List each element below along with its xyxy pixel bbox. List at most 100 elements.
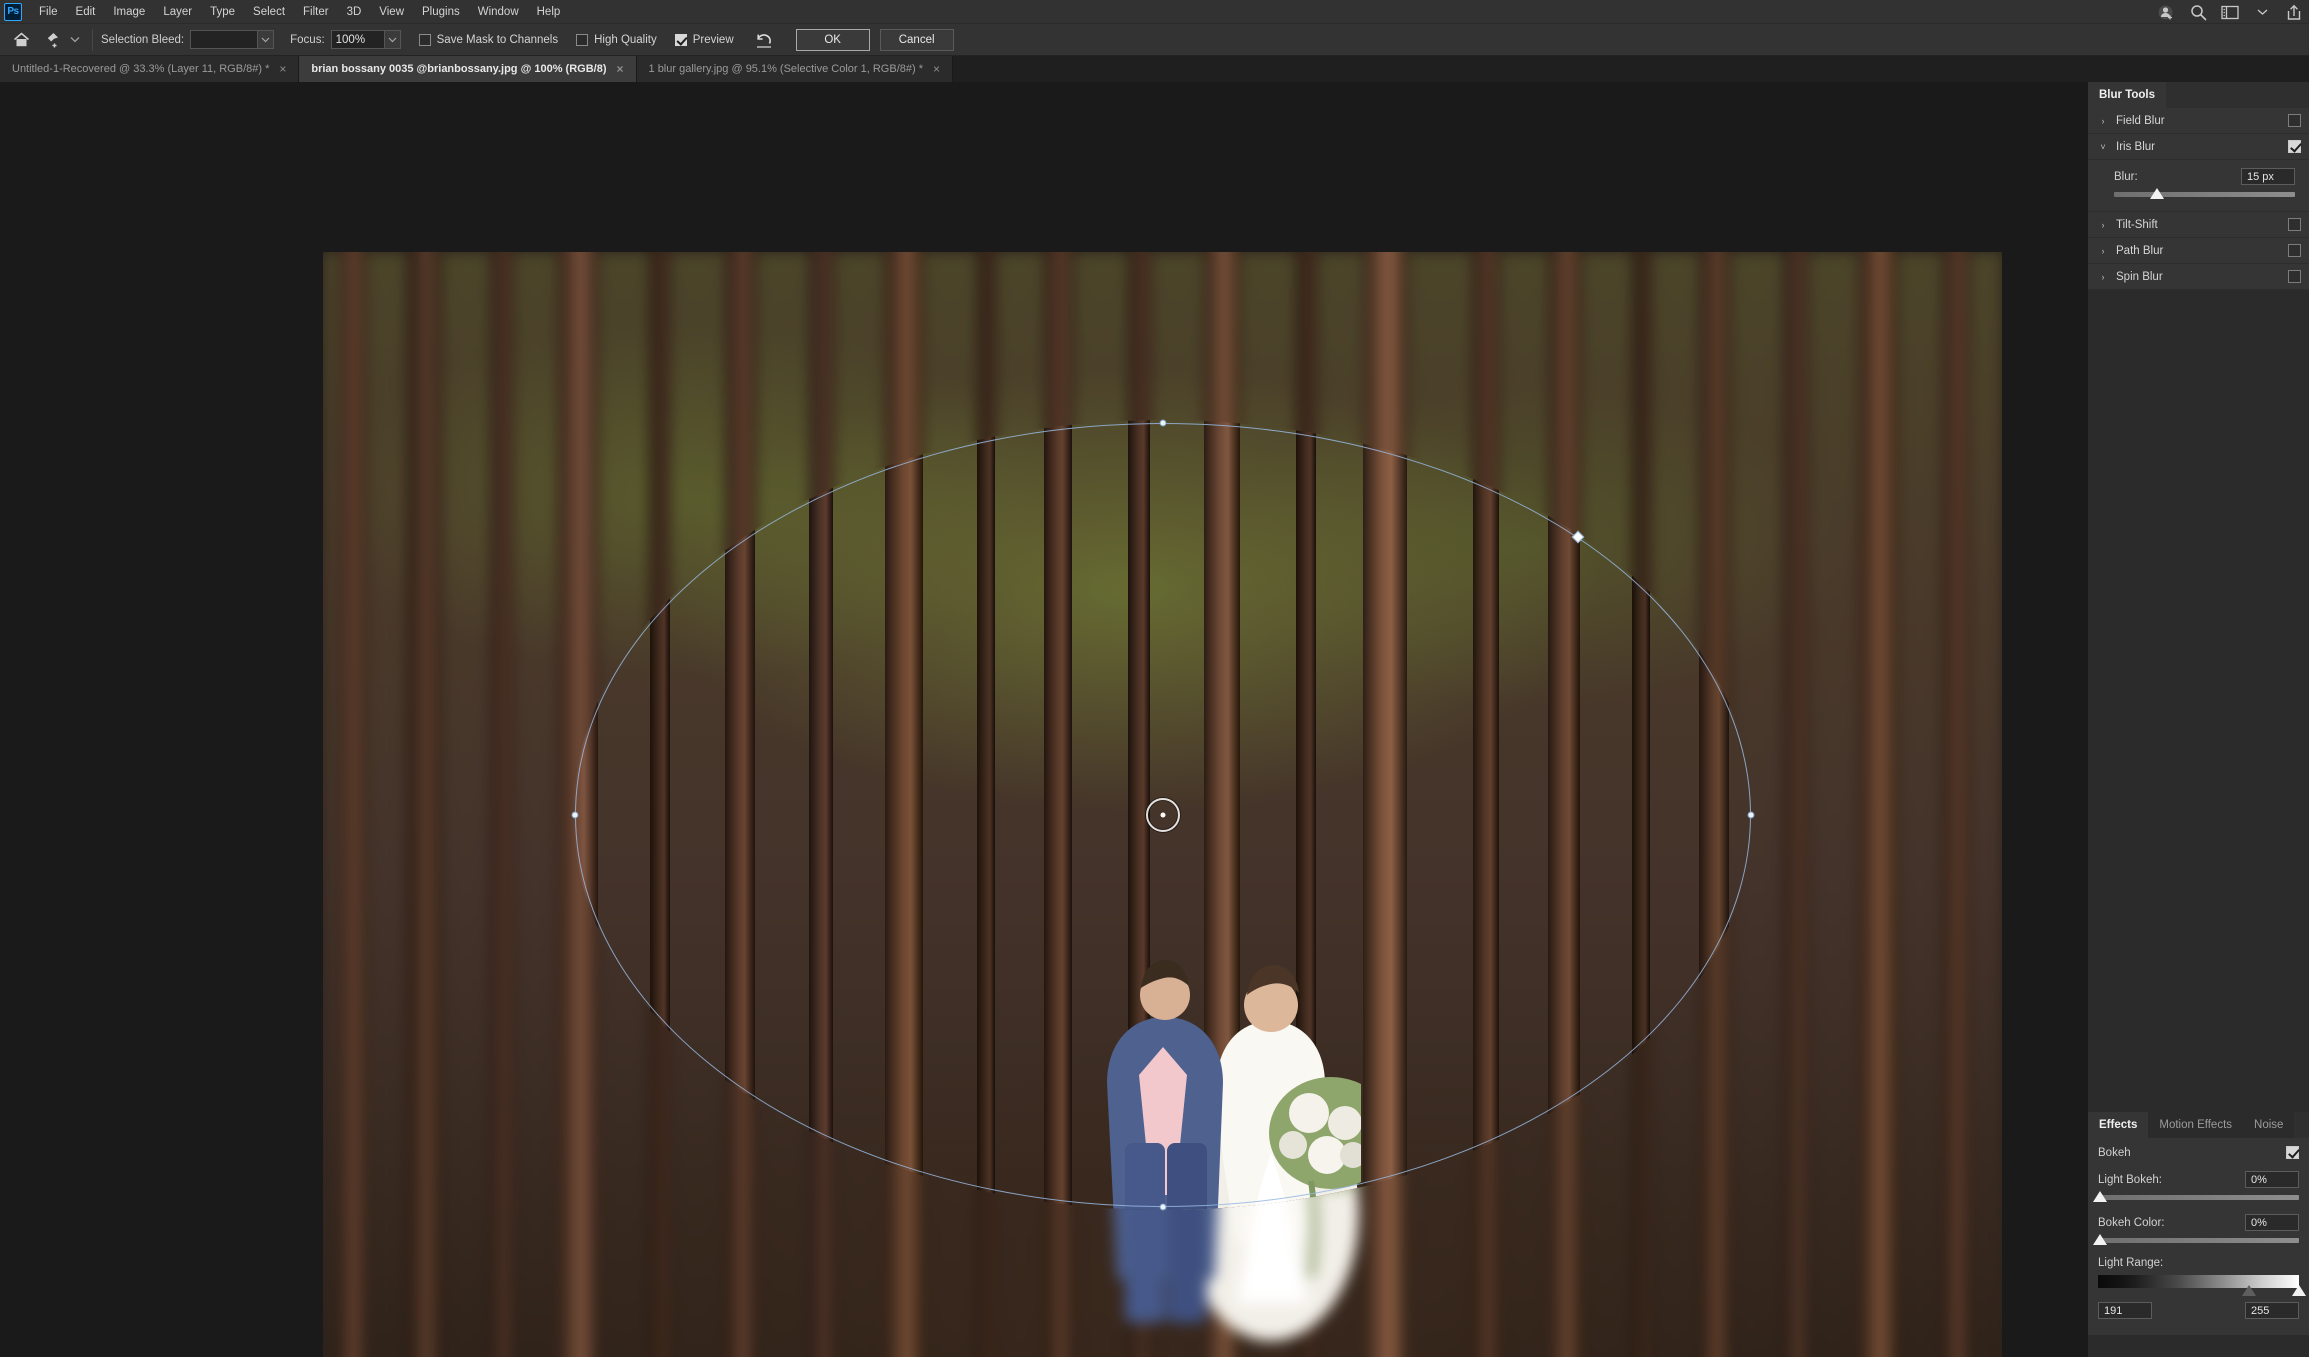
- iris-blur-slider-track[interactable]: [2114, 192, 2295, 197]
- share-icon[interactable]: [2285, 3, 2303, 21]
- save-mask-to-channels-checkbox[interactable]: Save Mask to Channels: [419, 34, 558, 46]
- menu-type[interactable]: Type: [201, 3, 244, 21]
- blur-tool-path-blur[interactable]: › Path Blur: [2088, 238, 2309, 264]
- close-icon[interactable]: ×: [617, 63, 624, 75]
- light-range-group: Light Range: 191 255: [2098, 1257, 2299, 1319]
- bokeh-color-slider-track[interactable]: [2098, 1238, 2299, 1243]
- menu-bar: Ps File Edit Image Layer Type Select Fil…: [0, 0, 2309, 24]
- light-range-max-input[interactable]: 255: [2245, 1302, 2299, 1319]
- canvas-area[interactable]: [0, 82, 2087, 1357]
- chevron-down-icon[interactable]: ˅: [2096, 142, 2110, 152]
- field-blur-checkbox[interactable]: [2288, 114, 2301, 127]
- menu-plugins[interactable]: Plugins: [413, 3, 469, 21]
- document-tab-2[interactable]: brian bossany 0035 @brianbossany.jpg @ 1…: [299, 56, 636, 82]
- light-range-track[interactable]: [2098, 1275, 2299, 1288]
- spin-blur-checkbox[interactable]: [2288, 270, 2301, 283]
- high-quality-label: High Quality: [594, 34, 657, 46]
- bokeh-row[interactable]: Bokeh: [2098, 1146, 2299, 1159]
- reset-arrow-icon[interactable]: [750, 27, 780, 53]
- light-bokeh-input[interactable]: 0%: [2245, 1171, 2299, 1188]
- light-bokeh-slider-track[interactable]: [2098, 1195, 2299, 1200]
- photoshop-window: Ps File Edit Image Layer Type Select Fil…: [0, 0, 2309, 1357]
- tab-effects[interactable]: Effects: [2088, 1112, 2148, 1138]
- menu-filter[interactable]: Filter: [294, 3, 338, 21]
- document-image[interactable]: [323, 252, 2002, 1357]
- menu-view[interactable]: View: [370, 3, 413, 21]
- selection-bleed-combo[interactable]: [190, 30, 274, 49]
- cancel-button[interactable]: Cancel: [880, 29, 954, 51]
- menu-layer[interactable]: Layer: [154, 3, 201, 21]
- iris-blur-checkbox[interactable]: [2288, 140, 2301, 153]
- tool-preset-chevron-icon[interactable]: [66, 27, 84, 53]
- blur-tool-spin-blur[interactable]: › Spin Blur: [2088, 264, 2309, 290]
- iris-blur-slider-header: Blur: 15 px: [2114, 168, 2295, 185]
- close-icon[interactable]: ×: [933, 63, 940, 75]
- bokeh-color-group: Bokeh Color: 0%: [2098, 1214, 2299, 1243]
- home-icon[interactable]: [6, 27, 36, 53]
- menu-help[interactable]: Help: [528, 3, 570, 21]
- light-range-min-thumb[interactable]: [2242, 1285, 2256, 1296]
- menu-3d[interactable]: 3D: [338, 3, 371, 21]
- focus-combo[interactable]: 100%: [331, 30, 401, 49]
- light-bokeh-slider-thumb[interactable]: [2093, 1191, 2107, 1202]
- save-mask-to-channels-label: Save Mask to Channels: [437, 34, 558, 46]
- chevron-down-icon[interactable]: [2253, 3, 2271, 21]
- chevron-right-icon[interactable]: ›: [2096, 246, 2110, 256]
- tab-blur-tools[interactable]: Blur Tools: [2088, 82, 2166, 108]
- document-tab-3[interactable]: 1 blur gallery.jpg @ 95.1% (Selective Co…: [637, 56, 954, 82]
- document-tab-1[interactable]: Untitled-1-Recovered @ 33.3% (Layer 11, …: [0, 56, 299, 82]
- light-range-max-thumb[interactable]: [2292, 1285, 2306, 1296]
- bokeh-color-input[interactable]: 0%: [2245, 1214, 2299, 1231]
- menu-window[interactable]: Window: [469, 3, 528, 21]
- high-quality-checkbox[interactable]: High Quality: [576, 34, 657, 46]
- light-bokeh-header: Light Bokeh: 0%: [2098, 1171, 2299, 1188]
- effects-body: Bokeh Light Bokeh: 0% Bokeh Color:: [2088, 1138, 2309, 1335]
- preview-checkbox[interactable]: Preview: [675, 34, 734, 46]
- tilt-shift-checkbox[interactable]: [2288, 218, 2301, 231]
- path-blur-checkbox[interactable]: [2288, 244, 2301, 257]
- photoshop-logo: Ps: [4, 3, 22, 21]
- blur-tool-field-blur[interactable]: › Field Blur: [2088, 108, 2309, 134]
- add-user-icon[interactable]: [2157, 3, 2175, 21]
- light-bokeh-group: Light Bokeh: 0%: [2098, 1171, 2299, 1200]
- tab-motion-effects[interactable]: Motion Effects: [2148, 1112, 2243, 1138]
- menu-image[interactable]: Image: [104, 3, 154, 21]
- menu-select[interactable]: Select: [244, 3, 294, 21]
- blur-tool-label: Spin Blur: [2110, 271, 2288, 283]
- menu-edit[interactable]: Edit: [67, 3, 105, 21]
- checkbox-box[interactable]: [576, 34, 588, 46]
- light-range-min-input[interactable]: 191: [2098, 1302, 2152, 1319]
- chevron-right-icon[interactable]: ›: [2096, 272, 2110, 282]
- iris-blur-settings: Blur: 15 px: [2088, 160, 2309, 212]
- image-sharp-region: [573, 420, 1753, 1210]
- ok-button[interactable]: OK: [796, 29, 870, 51]
- search-icon[interactable]: [2189, 3, 2207, 21]
- iris-blur-amount-input[interactable]: 15 px: [2241, 168, 2295, 185]
- bokeh-label: Bokeh: [2098, 1147, 2131, 1159]
- blur-tool-tilt-shift[interactable]: › Tilt-Shift: [2088, 212, 2309, 238]
- iris-blur-slider-thumb[interactable]: [2150, 188, 2164, 199]
- sharp-inner: [573, 420, 1753, 1210]
- chevron-right-icon[interactable]: ›: [2096, 220, 2110, 230]
- chevron-down-icon[interactable]: [258, 30, 274, 49]
- blur-pin-tool-icon[interactable]: [36, 27, 66, 53]
- workspace-icon[interactable]: [2221, 3, 2239, 21]
- focus-input[interactable]: 100%: [331, 30, 385, 49]
- selection-bleed-input[interactable]: [190, 30, 258, 49]
- checkbox-box[interactable]: [419, 34, 431, 46]
- chevron-right-icon[interactable]: ›: [2096, 116, 2110, 126]
- bokeh-color-slider-thumb[interactable]: [2093, 1234, 2107, 1245]
- close-icon[interactable]: ×: [279, 63, 286, 75]
- right-panel: Blur Tools › Field Blur ˅ Iris Blur Blur…: [2087, 82, 2309, 1357]
- chevron-down-icon[interactable]: [385, 30, 401, 49]
- effects-tab-strip: Effects Motion Effects Noise: [2088, 1112, 2309, 1138]
- light-range-label: Light Range:: [2098, 1257, 2299, 1269]
- blur-tool-iris-blur[interactable]: ˅ Iris Blur: [2088, 134, 2309, 160]
- tab-noise[interactable]: Noise: [2243, 1112, 2294, 1138]
- bokeh-checkbox[interactable]: [2286, 1146, 2299, 1159]
- blur-tool-label: Iris Blur: [2110, 141, 2288, 153]
- selection-bleed-label: Selection Bleed:: [101, 34, 184, 46]
- iris-blur-amount-label: Blur:: [2114, 171, 2138, 183]
- checkbox-box[interactable]: [675, 34, 687, 46]
- menu-file[interactable]: File: [30, 3, 67, 21]
